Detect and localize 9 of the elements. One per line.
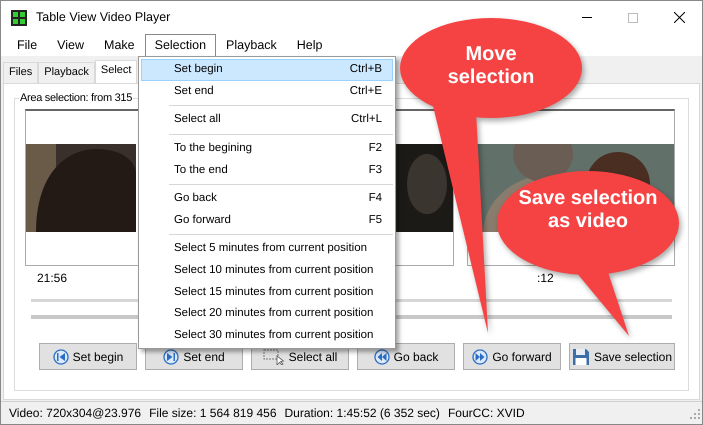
- frame-time: :12: [537, 271, 554, 285]
- status-text: Video: 720x304@23.976: [9, 405, 142, 422]
- window-title: Table View Video Player: [36, 9, 170, 26]
- status-text: Duration: 1:45:52 (6 352 sec): [284, 405, 440, 422]
- callout-text: Move selection: [446, 43, 536, 89]
- frame-time: 21:56: [37, 271, 68, 285]
- status-text: File size: 1 564 819 456: [149, 405, 276, 422]
- callout-text: Save selection as video: [518, 187, 658, 233]
- status-text: FourCC: XVID: [448, 405, 525, 422]
